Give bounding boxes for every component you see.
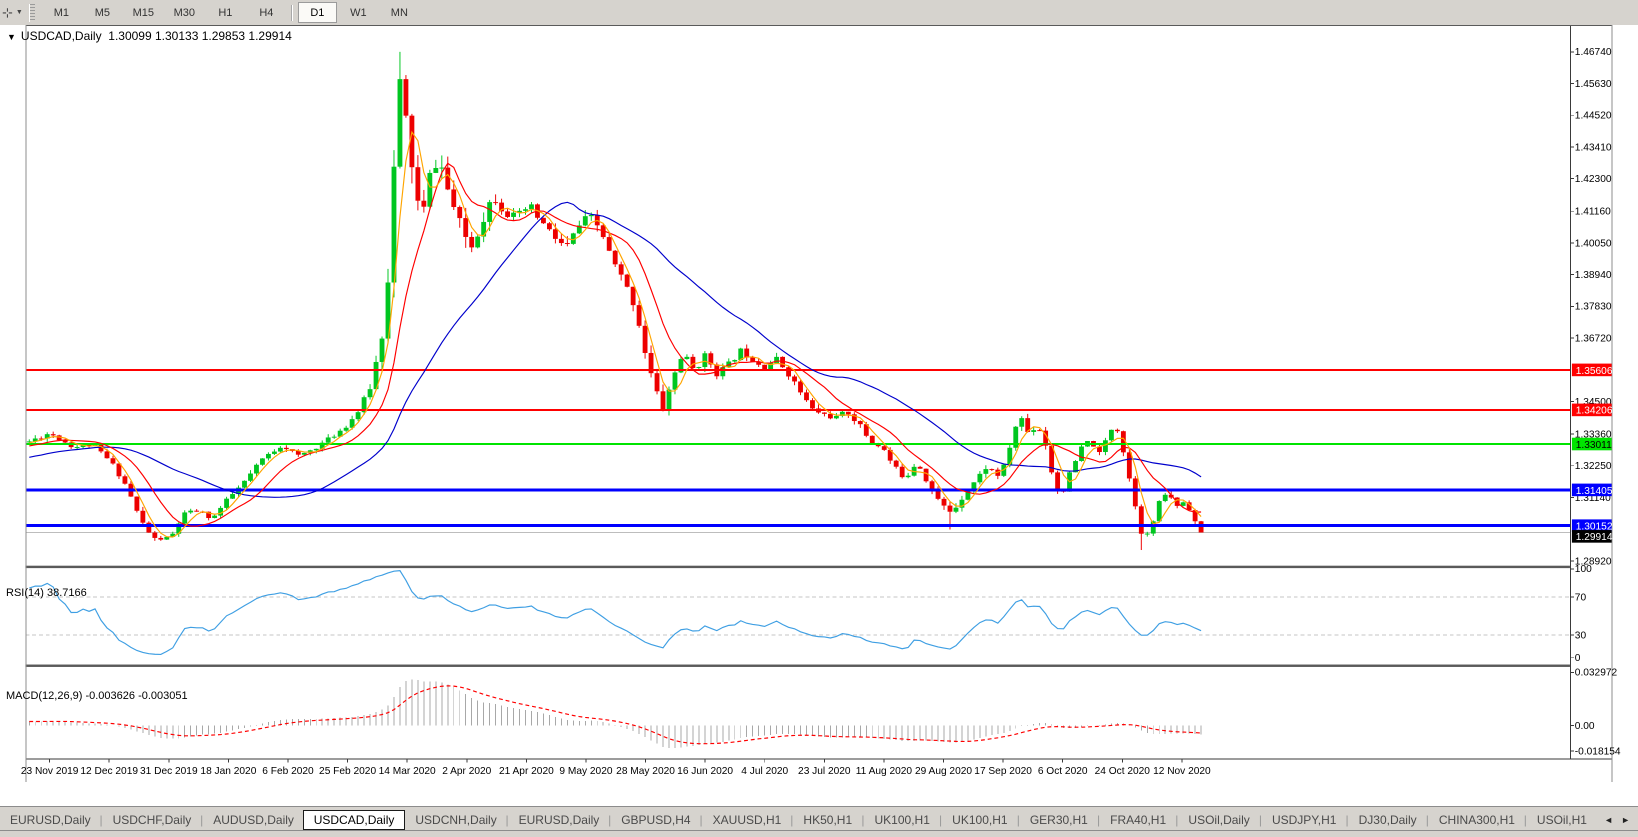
toolbar-grip-handle[interactable]: [28, 3, 35, 22]
symbol-tab-DJ30-Daily[interactable]: DJ30,Daily: [1349, 810, 1426, 830]
date-axis-label: 14 Mar 2020: [379, 766, 436, 777]
date-axis-label: 23 Jul 2020: [798, 766, 851, 777]
price-axis-label: 1.32250: [1575, 461, 1612, 472]
chart-symbol-label: USDCAD,Daily: [20, 29, 102, 43]
price-badge-1.33011: 1.33011: [1571, 437, 1612, 451]
symbol-tab-HK50-H1[interactable]: HK50,H1: [793, 810, 861, 830]
tab-scroll-right-icon[interactable]: ►: [1621, 815, 1630, 825]
price-badge-1.35606: 1.35606: [1571, 363, 1613, 377]
date-axis-label: 4 Jul 2020: [741, 766, 788, 777]
price-axis-label: 1.38940: [1575, 270, 1612, 281]
rsi-axis-label: 0: [1575, 653, 1581, 664]
date-axis-label: 12 Nov 2020: [1153, 766, 1211, 777]
price-badge-1.29914: 1.29914: [1571, 530, 1613, 543]
price-axis-label: 1.44520: [1575, 111, 1612, 122]
price-axis-label: 1.42300: [1575, 174, 1612, 185]
rsi-axis-label: 70: [1575, 593, 1587, 604]
date-axis-label: 29 Aug 2020: [915, 766, 972, 777]
price-axis-label: 1.37830: [1575, 302, 1612, 313]
pane-separator[interactable]: [25, 664, 1570, 667]
date-axis-label: 11 Aug 2020: [856, 766, 913, 777]
symbol-tab-USOil-Daily[interactable]: USOil,Daily: [1178, 810, 1258, 830]
date-axis-label: 6 Oct 2020: [1038, 766, 1088, 777]
date-axis-label: 25 Feb 2020: [319, 766, 376, 777]
svg-text:1.31405: 1.31405: [1576, 486, 1613, 497]
symbol-tab-USDCNH-Daily[interactable]: USDCNH,Daily: [405, 810, 505, 830]
timeframe-button-H1[interactable]: H1: [206, 2, 245, 23]
macd-axis-label: 0.032972: [1575, 668, 1618, 679]
price-axis-label: 1.40050: [1575, 238, 1612, 249]
date-axis-label: 21 Apr 2020: [499, 766, 554, 777]
date-axis-label: 18 Jan 2020: [200, 766, 256, 777]
date-axis-label: 24 Oct 2020: [1095, 766, 1151, 777]
symbol-tab-GBPUSD-H4[interactable]: GBPUSD,H4: [611, 810, 699, 830]
timeframe-button-D1[interactable]: D1: [297, 2, 337, 23]
price-axis-label: 1.36720: [1575, 333, 1612, 344]
svg-text:1.35606: 1.35606: [1576, 366, 1613, 377]
chart-window: 1.46740 1.45630 1.44520 1.43410 1.42300 1.411…: [0, 25, 1638, 806]
svg-text:1.33011: 1.33011: [1576, 440, 1612, 451]
date-axis-label: 9 May 2020: [559, 766, 612, 777]
tab-scroll-left-icon[interactable]: ◄: [1604, 815, 1613, 825]
symbol-tab-CHINA300-H1[interactable]: CHINA300,H1: [1429, 810, 1524, 830]
rsi-axis-label: 30: [1575, 630, 1587, 641]
svg-text:1.34206: 1.34206: [1576, 406, 1613, 417]
date-axis-label: 31 Dec 2019: [140, 766, 198, 777]
symbol-tab-USDJPY-H1[interactable]: USDJPY,H1: [1262, 810, 1346, 830]
symbol-tab-UK100-H1[interactable]: UK100,H1: [865, 810, 940, 830]
mt4-window: { "toolbar": { "cursor_tool_glyph": "⊹",…: [0, 0, 1638, 837]
symbol-tab-UK100-H1[interactable]: UK100,H1: [942, 810, 1017, 830]
date-axis-label: 23 Nov 2019: [21, 766, 79, 777]
price-badge-1.31405: 1.31405: [1571, 483, 1613, 497]
macd-indicator-label: MACD(12,26,9) -0.003626 -0.003051: [6, 690, 188, 702]
rsi-axis-label: 100: [1575, 564, 1592, 575]
chart-title-caret-icon[interactable]: ▼: [7, 32, 16, 42]
symbol-tab-USDCAD-Daily[interactable]: USDCAD,Daily: [302, 809, 406, 830]
symbol-tab-AUDUSD-Daily[interactable]: AUDUSD,Daily: [203, 810, 302, 830]
price-axis-label: 1.43410: [1575, 142, 1612, 153]
toolbar-separator: [290, 4, 293, 21]
timeframe-button-M30[interactable]: M30: [165, 2, 204, 23]
date-axis-label: 2 Apr 2020: [442, 766, 491, 777]
price-badge-1.34206: 1.34206: [1571, 403, 1613, 417]
top-toolbar: ⊹ ▼ M1 M5 M15 M30 H1 H4 D1 W1 MN: [0, 0, 1638, 25]
symbol-tab-bar: EURUSD,Daily | USDCHF,Daily | AUDUSD,Daily US…: [0, 806, 1638, 837]
symbol-tab-FRA40-H1[interactable]: FRA40,H1: [1100, 810, 1175, 830]
timeframe-button-H4[interactable]: H4: [247, 2, 286, 23]
symbol-tab-GER30-H1[interactable]: GER30,H1: [1020, 810, 1097, 830]
rsi-indicator-label: RSI(14) 38.7166: [6, 587, 87, 599]
macd-axis-label: -0.018154: [1575, 746, 1621, 757]
svg-text:1.29914: 1.29914: [1576, 532, 1613, 543]
timeframe-button-M1[interactable]: M1: [42, 2, 81, 23]
date-axis-label: 6 Feb 2020: [262, 766, 314, 777]
chart-title: ▼ USDCAD,Daily 1.30099 1.30133 1.29853 1.…: [7, 29, 292, 43]
date-axis-label: 17 Sep 2020: [974, 766, 1032, 777]
cursor-tool-dropdown-caret-icon[interactable]: ▼: [16, 9, 23, 16]
symbol-tab-USDCHF-Daily[interactable]: USDCHF,Daily: [103, 810, 201, 830]
symbol-tab-EURUSD-Daily[interactable]: EURUSD,Daily: [509, 810, 608, 830]
price-axis-label: 1.45630: [1575, 79, 1612, 90]
price-axis-label: 1.41160: [1575, 207, 1611, 218]
macd-axis-label: 0.00: [1575, 721, 1595, 732]
price-axis-label: 1.46740: [1575, 47, 1612, 58]
symbol-tab-XAUUSD-H1[interactable]: XAUUSD,H1: [703, 810, 791, 830]
timeframe-button-MN[interactable]: MN: [380, 2, 419, 23]
date-axis-label: 12 Dec 2019: [80, 766, 138, 777]
pane-separator[interactable]: [25, 565, 1570, 569]
chart-ohlc-values: 1.30099 1.30133 1.29853 1.29914: [108, 29, 292, 43]
date-axis-label: 28 May 2020: [616, 766, 675, 777]
timeframe-button-M15[interactable]: M15: [124, 2, 163, 23]
timeframe-button-M5[interactable]: M5: [83, 2, 122, 23]
date-axis-label: 16 Jun 2020: [677, 766, 733, 777]
symbol-tab-EURUSD-Daily[interactable]: EURUSD,Daily: [0, 810, 99, 830]
cursor-tool-icon[interactable]: ⊹: [2, 5, 13, 21]
chart-plot[interactable]: 1.46740 1.45630 1.44520 1.43410 1.42300 1.411…: [0, 25, 1638, 806]
timeframe-button-group: M1 M5 M15 M30 H1 H4 D1 W1 MN: [41, 2, 420, 23]
timeframe-button-W1[interactable]: W1: [339, 2, 378, 23]
symbol-tab-USOil-H1[interactable]: USOil,H1: [1527, 810, 1596, 830]
